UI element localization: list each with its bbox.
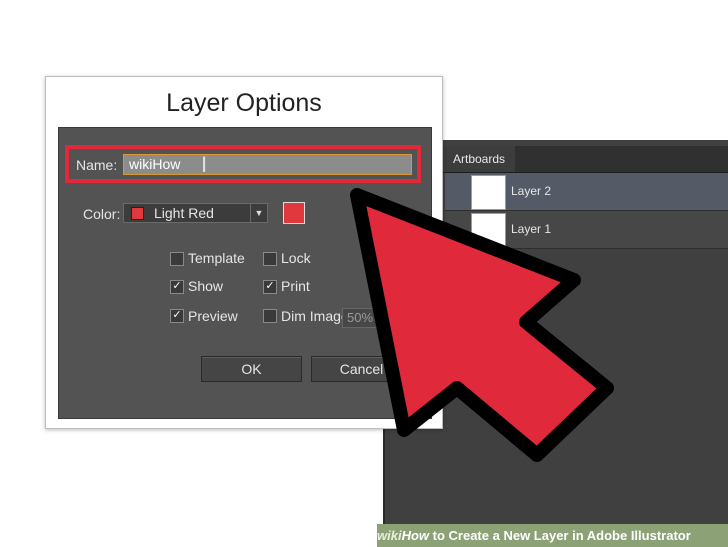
- caption-bar: wikiHow to Create a New Layer in Adobe I…: [377, 524, 728, 547]
- caption-text: to Create a New Layer in Adobe Illustrat…: [429, 528, 691, 543]
- caption-how: How: [401, 528, 430, 543]
- caption-wiki: wiki: [377, 528, 402, 543]
- red-pointer-arrow-icon: [350, 188, 614, 462]
